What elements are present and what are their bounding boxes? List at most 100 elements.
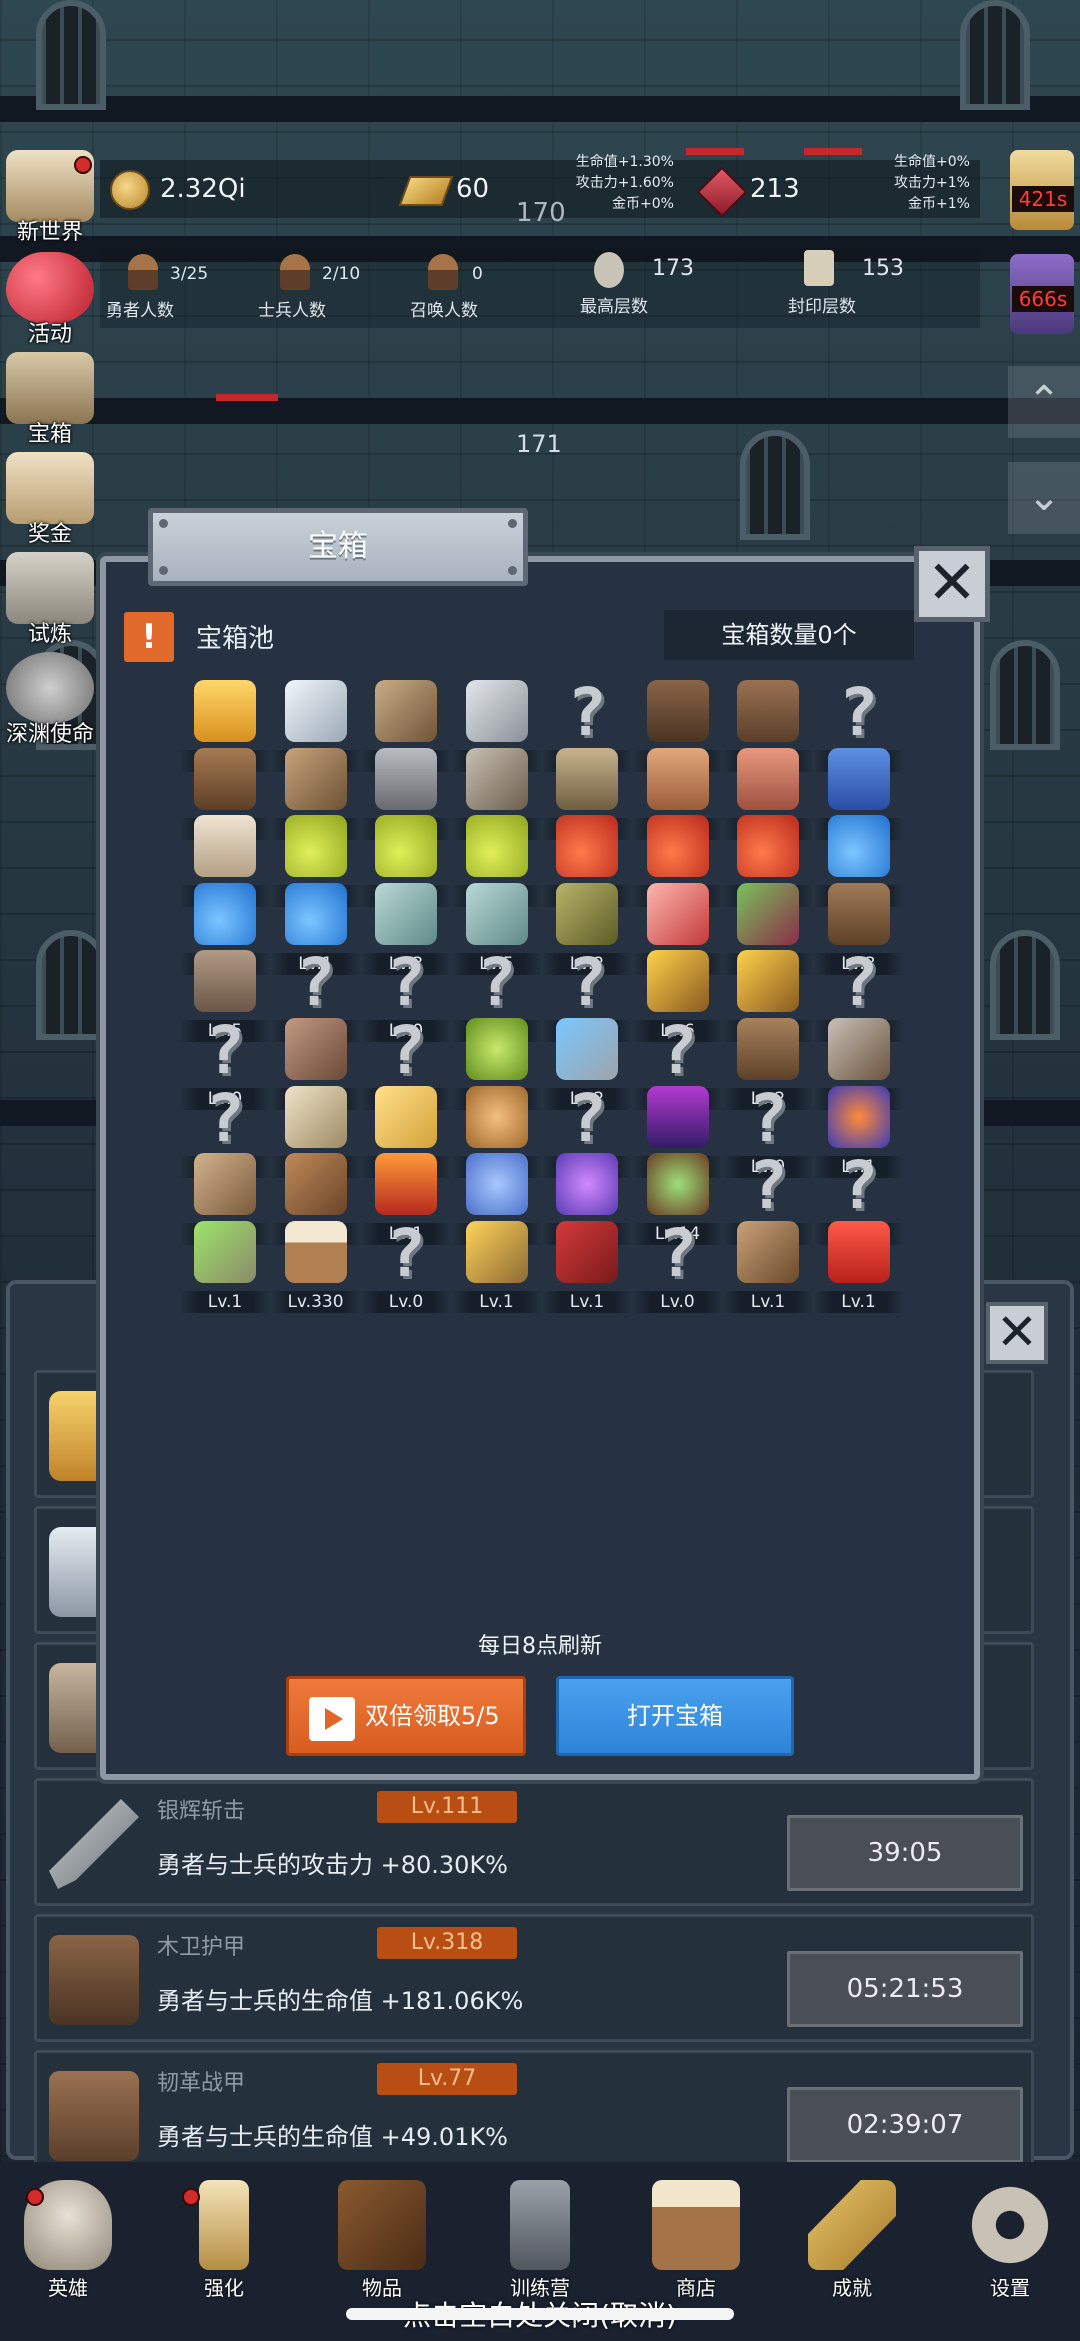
buff-timer[interactable]: 02:39:07 [787,2087,1023,2163]
left-buff-list: 生命值+1.30% 攻击力+1.60% 金币+0% [540,152,674,215]
heart-icon [6,252,94,324]
helmet-icon [194,747,256,810]
chest-pool-item[interactable]: Lv.1 [451,1220,542,1321]
dungeon-window [36,0,106,110]
menu-label: 活动 [27,322,72,347]
steak-icon [737,747,799,810]
dungeon-window [36,930,106,1040]
buff-hp: 生命值+0% [894,154,970,170]
floor-band [0,398,1080,424]
unknown-item-icon: ? [657,1214,698,1292]
unknown-item-icon: ? [748,1079,788,1157]
card-icon [827,1220,890,1283]
buff-timer[interactable]: 39:05 [787,1815,1023,1891]
backpack-icon [737,1018,799,1080]
scroll-down-button[interactable]: ⌄ [1008,462,1080,534]
shovel-icon [827,1018,890,1080]
stick-icon [284,1085,347,1148]
bow-icon [194,1153,256,1216]
menu-label: 试炼 [27,622,72,647]
potion-blue-icon [194,882,256,945]
buff-row: 韧革战甲 Lv.77 勇者与士兵的生命值 +49.01K% 02:39:07 [34,2050,1034,2178]
unknown-item-icon: ? [295,944,336,1022]
dungeon-window [990,930,1060,1040]
chest-pool-item[interactable]: ?Lv.0 [632,1214,723,1321]
menu-events[interactable]: 活动 [4,252,96,348]
buff-panel-close-button[interactable]: ✕ [986,1302,1048,1364]
max-floor-label: 最高层数 [580,297,648,317]
chest-pool-item[interactable]: Lv.1 [813,1220,904,1321]
feather-icon [6,552,94,624]
floor-band [0,96,1080,122]
chest-pool-item[interactable]: Lv.1 [180,1220,270,1321]
pool-title: 宝箱池 [196,624,275,654]
enemy-hp-bar [804,148,862,155]
unknown-item-icon: ? [567,944,607,1022]
orb-icon [827,1085,890,1148]
modal-close-button[interactable]: ✕ [914,546,990,622]
torch-icon [737,950,799,1013]
nav-settings[interactable]: 设置 [950,2180,1070,2301]
nav-shop[interactable]: 商店 [636,2180,756,2301]
item-level: Lv.1 [180,1290,270,1313]
chest-pool-item[interactable]: Lv.330 [270,1220,361,1321]
nav-training[interactable]: 训练营 [480,2180,600,2301]
unknown-item-icon: ? [838,1147,879,1225]
sword2-icon [465,680,528,742]
dungeon-window [990,640,1060,750]
buff-level: Lv.77 [377,2063,517,2095]
enemy-hp-bar [216,394,278,401]
shoe-icon [194,950,256,1013]
buff-row: 银辉斩击 Lv.111 勇者与士兵的攻击力 +80.30K% 39:05 [34,1778,1034,1906]
item-level: Lv.1 [723,1290,813,1313]
chest-count: 宝箱数量0个 [664,610,914,660]
buff-hp: 生命值+1.30% [575,154,674,170]
leather-armor-icon [49,2071,139,2161]
summon-icon [428,254,458,290]
gear-icon [966,2180,1054,2270]
max-floor-value: 173 [652,256,694,281]
nav-items[interactable]: 物品 [322,2180,442,2301]
open-chest-button[interactable]: 打开宝箱 [556,1676,794,1756]
menu-trial[interactable]: 试炼 [4,552,96,648]
unknown-item-icon: ? [838,944,879,1022]
seal-floor-value: 153 [862,256,904,281]
winged-boot-icon [737,882,799,945]
hero-icon [128,254,158,290]
home-indicator[interactable] [346,2308,734,2320]
potion-yellow-icon [465,815,528,878]
potion-red-icon [646,815,709,878]
cheese-icon [375,1085,437,1148]
crystal-icon [646,1085,709,1148]
notification-dot [74,156,92,174]
bread-icon [194,815,256,878]
vial-icon [375,882,437,945]
buff-description: 勇者与士兵的生命值 +181.06K% [157,1987,524,2015]
unknown-item-icon: ? [386,944,426,1022]
hero-count: 3/25 [170,264,209,284]
book-icon [556,1220,618,1283]
item-level: Lv.0 [361,1290,451,1313]
candle-icon [199,2180,249,2270]
sword-icon [49,1799,139,1889]
scepter-icon [194,1220,256,1283]
gem-amount: 213 [750,174,800,204]
menu-abyss[interactable]: 深渊使命 [4,652,96,748]
buff-timer[interactable]: 05:21:53 [787,1951,1023,2027]
nav-achievements[interactable]: 成就 [792,2180,912,2301]
boot-icon [827,882,890,945]
warning-icon[interactable]: ! [124,612,174,662]
chest-pool-item[interactable]: ?Lv.0 [361,1220,451,1321]
dungeon-window [960,0,1030,110]
modal-title: 宝箱 [308,529,368,564]
quiver-icon [284,1153,347,1216]
chest-pool-item[interactable]: Lv.1 [723,1220,813,1321]
menu-chest[interactable]: 宝箱 [4,352,96,448]
scroll-up-button[interactable]: ⌃ [1008,366,1080,438]
menu-bonus[interactable]: 奖金 [4,452,96,548]
double-claim-button[interactable]: 双倍领取5/5 [286,1676,526,1756]
emblem-icon [646,1153,709,1216]
soldier-count-label: 士兵人数 [258,301,326,321]
unknown-item-icon: ? [205,1079,245,1157]
chest-pool-item[interactable]: Lv.1 [542,1220,632,1321]
